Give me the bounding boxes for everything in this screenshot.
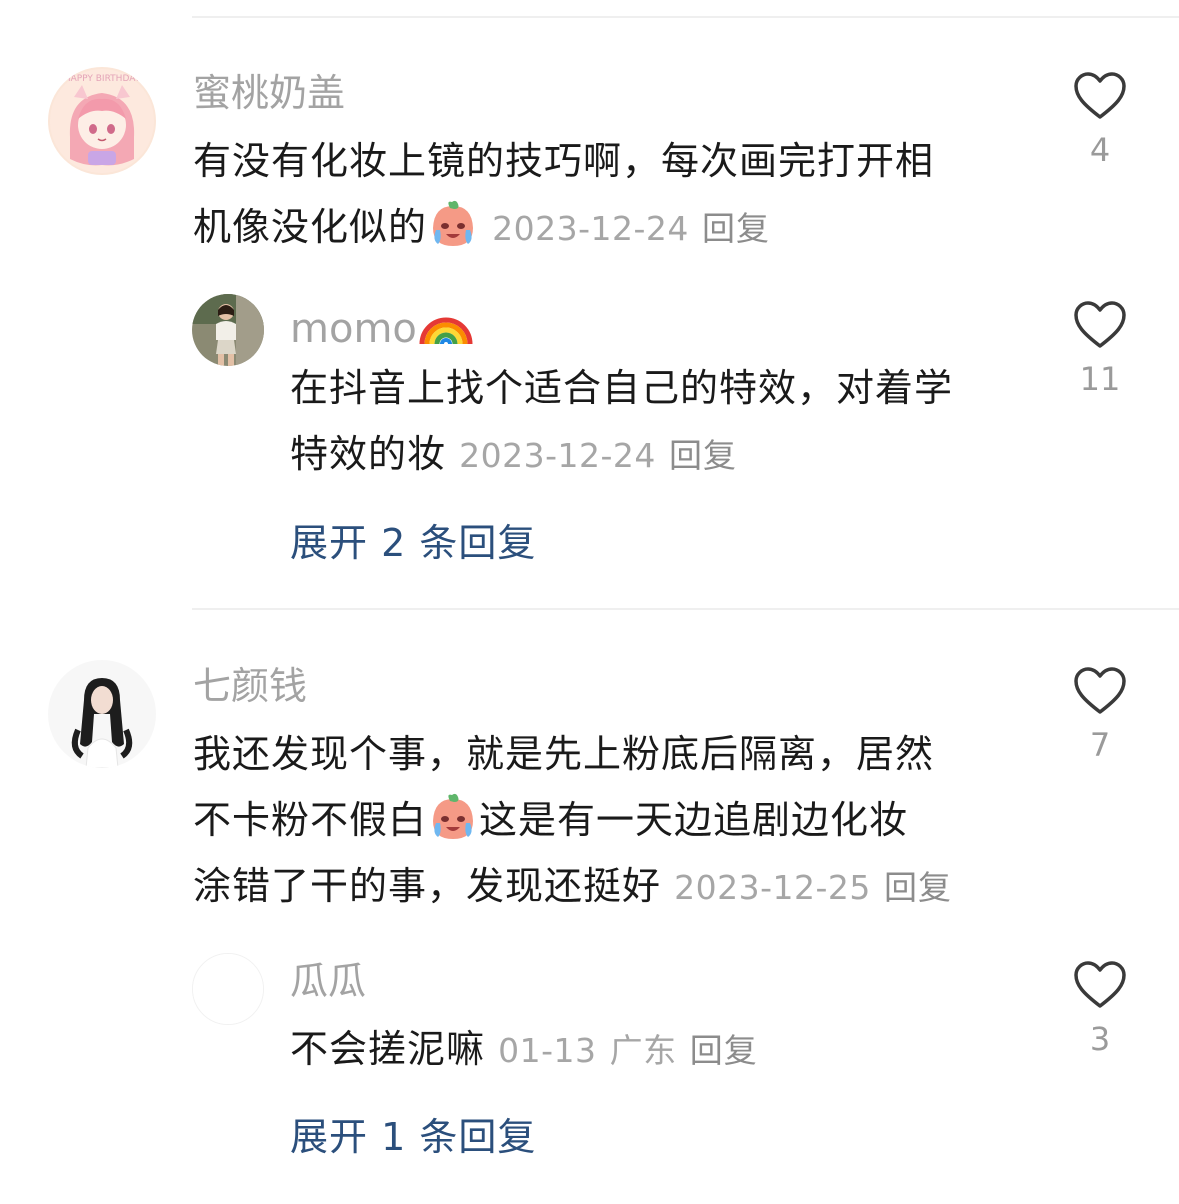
crying-face-emoji xyxy=(428,200,478,250)
reply-text-line: 在抖音上找个适合自己的特效，对着学 xyxy=(290,366,954,410)
comment-divider xyxy=(192,608,1179,610)
comment-text-line-with-meta: 机像没化似的 2023-12-24 回复 xyxy=(193,194,934,260)
reply-text-line-with-meta: 特效的妆 2023-12-24 回复 xyxy=(290,421,953,487)
heart-icon[interactable] xyxy=(1073,666,1127,716)
reply-button[interactable]: 回复 xyxy=(669,436,737,475)
rainbow-emoji xyxy=(418,298,474,348)
reply-username-text: momo xyxy=(290,306,417,352)
blank-avatar-image xyxy=(193,954,263,1024)
reply-location: 广东 xyxy=(609,1031,677,1070)
reply-text: 在抖音上找个适合自己的特效，对着学 特效的妆 2023-12-24 回复 xyxy=(290,355,953,487)
comment-username[interactable]: 蜜桃奶盖 xyxy=(193,74,345,112)
like-control: 7 xyxy=(1060,666,1140,764)
reply-username[interactable]: 瓜瓜 xyxy=(290,962,366,1000)
reply-username[interactable]: momo xyxy=(290,298,475,349)
comment-text: 我还发现个事，就是先上粉底后隔离，居然 不卡粉不假白 这是有一天边追剧边化妆 涂错… xyxy=(193,721,952,919)
heart-icon[interactable] xyxy=(1073,300,1127,350)
comment-text-fragment: 涂错了干的事，发现还挺好 xyxy=(193,864,662,908)
comment-text-line-with-meta: 涂错了干的事，发现还挺好 2023-12-25 回复 xyxy=(193,853,952,919)
expand-replies-button[interactable]: 展开 1 条回复 xyxy=(290,1106,536,1161)
avatar[interactable] xyxy=(192,294,264,366)
like-count: 4 xyxy=(1089,131,1111,169)
avatar[interactable] xyxy=(192,953,264,1025)
reply-text-fragment: 特效的妆 xyxy=(290,432,447,476)
expand-replies-button[interactable]: 展开 2 条回复 xyxy=(290,512,536,567)
girl-photo-avatar-image xyxy=(48,660,156,768)
reply-text: 不会搓泥嘛 01-13 广东 回复 xyxy=(290,1016,758,1082)
reply-date: 01-13 xyxy=(498,1031,597,1070)
crying-face-emoji xyxy=(428,793,478,843)
heart-icon[interactable] xyxy=(1073,71,1127,121)
comment-text-fragment: 不卡粉不假白 xyxy=(193,798,428,842)
heart-icon[interactable] xyxy=(1073,960,1127,1010)
like-count: 3 xyxy=(1089,1020,1111,1058)
like-control: 11 xyxy=(1060,300,1140,398)
comment-username[interactable]: 七颜钱 xyxy=(193,667,307,705)
like-control: 3 xyxy=(1060,960,1140,1058)
avatar[interactable] xyxy=(48,660,156,768)
comment-text-fragment: 这是有一天边追剧边化妆 xyxy=(479,798,909,842)
comment-text-line: 不卡粉不假白 这是有一天边追剧边化妆 xyxy=(193,787,952,853)
reply-text-fragment: 不会搓泥嘛 xyxy=(290,1027,486,1071)
person-photo-avatar-image xyxy=(192,294,264,366)
reply-button[interactable]: 回复 xyxy=(690,1031,758,1070)
like-count: 7 xyxy=(1089,726,1111,764)
comment-date: 2023-12-25 xyxy=(674,868,871,907)
like-control: 4 xyxy=(1060,71,1140,169)
comment-text: 有没有化妆上镜的技巧啊，每次画完打开相 机像没化似的 2023-12-24 回复 xyxy=(193,128,934,260)
anime-girl-avatar-image: HAPPY BIRTHDAY xyxy=(48,67,156,175)
reply-button[interactable]: 回复 xyxy=(884,868,952,907)
comment-text-line: 我还发现个事，就是先上粉底后隔离，居然 xyxy=(193,732,935,776)
svg-text:HAPPY BIRTHDAY: HAPPY BIRTHDAY xyxy=(64,74,141,84)
comment-text-line: 有没有化妆上镜的技巧啊，每次画完打开相 xyxy=(193,139,935,183)
reply-text-line-with-meta: 不会搓泥嘛 01-13 广东 回复 xyxy=(290,1016,758,1082)
comment-text-fragment: 机像没化似的 xyxy=(193,205,428,249)
reply-button[interactable]: 回复 xyxy=(702,209,770,248)
comment-date: 2023-12-24 xyxy=(492,209,689,248)
like-count: 11 xyxy=(1079,360,1121,398)
avatar[interactable]: HAPPY BIRTHDAY xyxy=(48,67,156,175)
reply-date: 2023-12-24 xyxy=(459,436,656,475)
top-divider xyxy=(192,16,1179,18)
